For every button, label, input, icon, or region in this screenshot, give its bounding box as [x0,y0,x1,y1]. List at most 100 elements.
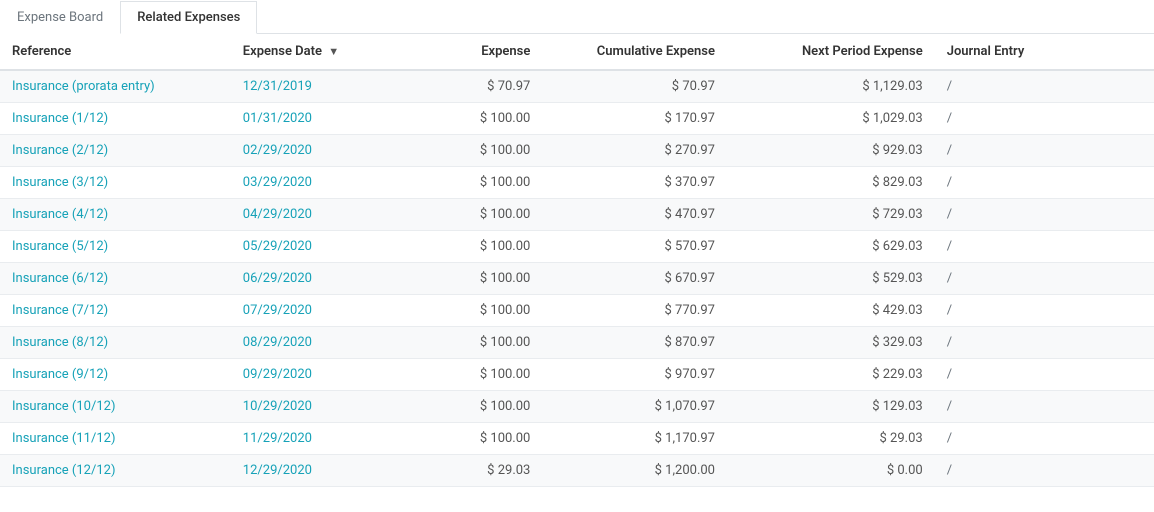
cell-expense: $ 100.00 [392,295,542,327]
cell-expense: $ 100.00 [392,167,542,199]
cell-next-period-expense: $ 29.03 [727,423,935,455]
cell-journal-entry[interactable]: / [935,359,1154,391]
cell-reference[interactable]: Insurance (9/12) [0,359,231,391]
cell-journal-entry[interactable]: / [935,455,1154,487]
table-body: Insurance (prorata entry) 12/31/2019 $ 7… [0,70,1154,487]
cell-expense: $ 100.00 [392,327,542,359]
cell-journal-entry[interactable]: / [935,135,1154,167]
cell-expense-date: 11/29/2020 [231,423,393,455]
cell-expense: $ 70.97 [392,70,542,103]
tab-related-expenses[interactable]: Related Expenses [120,1,257,34]
table-row: Insurance (11/12) 11/29/2020 $ 100.00 $ … [0,423,1154,455]
table-row: Insurance (8/12) 08/29/2020 $ 100.00 $ 8… [0,327,1154,359]
cell-journal-entry[interactable]: / [935,263,1154,295]
cell-journal-entry[interactable]: / [935,103,1154,135]
cell-journal-entry[interactable]: / [935,391,1154,423]
cell-expense-date: 12/31/2019 [231,70,393,103]
cell-next-period-expense: $ 1,129.03 [727,70,935,103]
cell-expense: $ 100.00 [392,103,542,135]
table-row: Insurance (12/12) 12/29/2020 $ 29.03 $ 1… [0,455,1154,487]
cell-reference[interactable]: Insurance (5/12) [0,231,231,263]
cell-cumulative-expense: $ 1,170.97 [542,423,727,455]
cell-expense-date: 06/29/2020 [231,263,393,295]
table-row: Insurance (9/12) 09/29/2020 $ 100.00 $ 9… [0,359,1154,391]
cell-next-period-expense: $ 929.03 [727,135,935,167]
cell-expense-date: 02/29/2020 [231,135,393,167]
cell-expense-date: 01/31/2020 [231,103,393,135]
cell-next-period-expense: $ 229.03 [727,359,935,391]
table-header-row: Reference Expense Date ▼ Expense Cumulat… [0,34,1154,70]
cell-next-period-expense: $ 0.00 [727,455,935,487]
col-header-journal-entry: Journal Entry [935,34,1154,70]
cell-journal-entry[interactable]: / [935,199,1154,231]
cell-expense-date: 09/29/2020 [231,359,393,391]
cell-reference[interactable]: Insurance (prorata entry) [0,70,231,103]
table-row: Insurance (2/12) 02/29/2020 $ 100.00 $ 2… [0,135,1154,167]
cell-reference[interactable]: Insurance (3/12) [0,167,231,199]
table-row: Insurance (4/12) 04/29/2020 $ 100.00 $ 4… [0,199,1154,231]
cell-journal-entry[interactable]: / [935,167,1154,199]
cell-journal-entry[interactable]: / [935,70,1154,103]
cell-reference[interactable]: Insurance (6/12) [0,263,231,295]
cell-reference[interactable]: Insurance (12/12) [0,455,231,487]
col-header-reference: Reference [0,34,231,70]
cell-expense-date: 12/29/2020 [231,455,393,487]
table-row: Insurance (3/12) 03/29/2020 $ 100.00 $ 3… [0,167,1154,199]
cell-next-period-expense: $ 829.03 [727,167,935,199]
cell-expense: $ 100.00 [392,359,542,391]
cell-expense-date: 10/29/2020 [231,391,393,423]
cell-expense: $ 100.00 [392,423,542,455]
cell-reference[interactable]: Insurance (2/12) [0,135,231,167]
cell-cumulative-expense: $ 470.97 [542,199,727,231]
cell-next-period-expense: $ 129.03 [727,391,935,423]
cell-expense-date: 08/29/2020 [231,327,393,359]
cell-cumulative-expense: $ 770.97 [542,295,727,327]
cell-expense: $ 100.00 [392,263,542,295]
cell-cumulative-expense: $ 670.97 [542,263,727,295]
table-container: Reference Expense Date ▼ Expense Cumulat… [0,34,1154,487]
cell-expense: $ 29.03 [392,455,542,487]
cell-expense-date: 07/29/2020 [231,295,393,327]
cell-cumulative-expense: $ 370.97 [542,167,727,199]
cell-journal-entry[interactable]: / [935,295,1154,327]
cell-cumulative-expense: $ 1,200.00 [542,455,727,487]
expenses-table: Reference Expense Date ▼ Expense Cumulat… [0,34,1154,487]
cell-expense-date: 04/29/2020 [231,199,393,231]
col-header-expense: Expense [392,34,542,70]
tabs-container: Expense Board Related Expenses [0,0,1154,34]
col-header-cumulative-expense: Cumulative Expense [542,34,727,70]
table-row: Insurance (6/12) 06/29/2020 $ 100.00 $ 6… [0,263,1154,295]
cell-expense: $ 100.00 [392,231,542,263]
cell-reference[interactable]: Insurance (4/12) [0,199,231,231]
cell-expense-date: 05/29/2020 [231,231,393,263]
col-header-next-period-expense: Next Period Expense [727,34,935,70]
table-row: Insurance (10/12) 10/29/2020 $ 100.00 $ … [0,391,1154,423]
cell-reference[interactable]: Insurance (10/12) [0,391,231,423]
cell-expense: $ 100.00 [392,135,542,167]
cell-next-period-expense: $ 529.03 [727,263,935,295]
table-row: Insurance (5/12) 05/29/2020 $ 100.00 $ 5… [0,231,1154,263]
col-header-expense-date[interactable]: Expense Date ▼ [231,34,393,70]
cell-expense: $ 100.00 [392,391,542,423]
cell-journal-entry[interactable]: / [935,327,1154,359]
cell-reference[interactable]: Insurance (11/12) [0,423,231,455]
cell-cumulative-expense: $ 270.97 [542,135,727,167]
cell-expense: $ 100.00 [392,199,542,231]
table-row: Insurance (7/12) 07/29/2020 $ 100.00 $ 7… [0,295,1154,327]
cell-expense-date: 03/29/2020 [231,167,393,199]
tab-expense-board[interactable]: Expense Board [0,1,120,34]
cell-cumulative-expense: $ 1,070.97 [542,391,727,423]
cell-reference[interactable]: Insurance (7/12) [0,295,231,327]
cell-journal-entry[interactable]: / [935,423,1154,455]
cell-reference[interactable]: Insurance (8/12) [0,327,231,359]
table-row: Insurance (1/12) 01/31/2020 $ 100.00 $ 1… [0,103,1154,135]
tab-bar: Expense Board Related Expenses [0,0,1154,34]
cell-cumulative-expense: $ 70.97 [542,70,727,103]
cell-cumulative-expense: $ 970.97 [542,359,727,391]
sort-arrow-icon: ▼ [328,45,339,58]
cell-cumulative-expense: $ 570.97 [542,231,727,263]
cell-reference[interactable]: Insurance (1/12) [0,103,231,135]
cell-journal-entry[interactable]: / [935,231,1154,263]
cell-next-period-expense: $ 629.03 [727,231,935,263]
cell-next-period-expense: $ 329.03 [727,327,935,359]
